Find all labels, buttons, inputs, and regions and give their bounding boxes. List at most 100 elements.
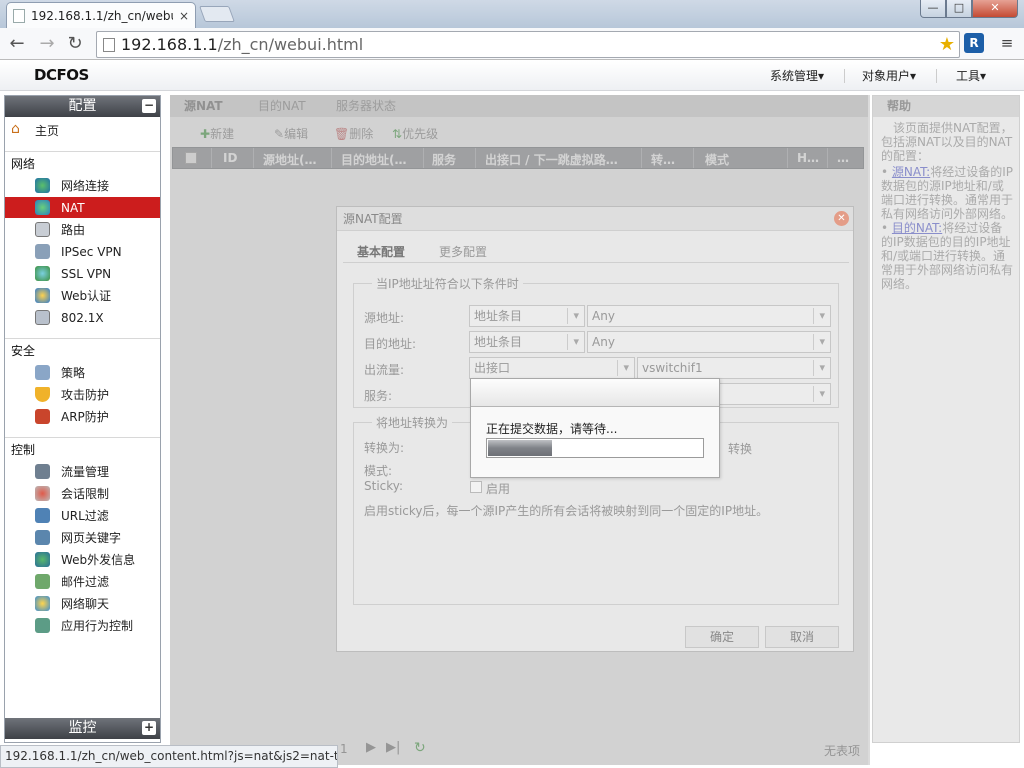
- close-window-button[interactable]: ✕: [972, 0, 1018, 18]
- tab-basic-config[interactable]: 基本配置: [357, 243, 405, 260]
- forward-arrow-icon[interactable]: →: [36, 33, 58, 55]
- sticky-checkbox[interactable]: [470, 481, 482, 493]
- policy-icon: [35, 365, 50, 380]
- egress-interface-select[interactable]: vswitchif1: [637, 357, 831, 379]
- session-limit-icon: [35, 486, 50, 501]
- sidebar-item-label: NAT: [61, 200, 85, 215]
- close-icon[interactable]: ✕: [834, 211, 849, 226]
- cancel-button[interactable]: 取消: [765, 626, 839, 648]
- help-title: 帮助: [873, 96, 1019, 117]
- help-link-source-nat[interactable]: 源NAT:: [892, 165, 930, 179]
- sidebar-item-url-filter[interactable]: URL过滤: [5, 505, 160, 526]
- browser-menu-icon[interactable]: ≡: [998, 34, 1016, 52]
- menu-objects-users[interactable]: 对象用户▾: [862, 67, 916, 84]
- sidebar-item-nat[interactable]: NAT: [5, 197, 160, 218]
- ok-button[interactable]: 确定: [685, 626, 759, 648]
- sidebar-item-label: SSL VPN: [61, 266, 112, 281]
- address-bar[interactable]: 192.168.1.1/zh_cn/webui.html ★: [96, 31, 960, 58]
- progress-dialog: 正在提交数据，请等待...: [470, 378, 720, 478]
- help-item: • 源NAT:将经过设备的IP数据包的源IP地址和/或端口进行转换。通常用于私有…: [881, 165, 1014, 221]
- sidebar-item-ssl-vpn[interactable]: SSL VPN: [5, 263, 160, 284]
- sidebar-item-label: Web认证: [61, 289, 112, 303]
- new-tab-button[interactable]: [199, 6, 235, 22]
- sidebar-monitor-title: 监控: [68, 720, 97, 736]
- arp-icon: [35, 409, 50, 424]
- sidebar-item-label: 路由: [61, 223, 86, 237]
- sidebar-item-label: 网络聊天: [61, 597, 110, 611]
- bookmark-star-icon[interactable]: ★: [939, 34, 959, 55]
- collapse-icon[interactable]: −: [142, 99, 156, 113]
- progress-dialog-header: [471, 379, 719, 407]
- tab-more-config[interactable]: 更多配置: [439, 243, 487, 260]
- sidebar-item-label: 流量管理: [61, 465, 110, 479]
- sidebar-item-policy[interactable]: 策略: [5, 362, 160, 383]
- dst-address-type-select[interactable]: 地址条目: [469, 331, 585, 353]
- help-link-destination-nat[interactable]: 目的NAT:: [892, 221, 942, 235]
- menu-tools[interactable]: 工具▾: [956, 67, 986, 84]
- condition-legend: 当IP地址址符合以下条件时: [372, 275, 523, 292]
- src-address-type-select[interactable]: 地址条目: [469, 305, 585, 327]
- menu-system-management[interactable]: 系统管理▾: [770, 67, 824, 84]
- sidebar-item-home[interactable]: 主页: [5, 120, 160, 141]
- extension-icon[interactable]: R: [964, 33, 984, 53]
- ssl-vpn-icon: [35, 266, 50, 281]
- router-icon: [35, 222, 50, 237]
- status-bar-url: 192.168.1.1/zh_cn/web_content.html?js=na…: [0, 745, 338, 768]
- sidebar-item-traffic[interactable]: 流量管理: [5, 461, 160, 482]
- sidebar-monitor-header[interactable]: 监控 +: [5, 718, 160, 739]
- select-divider: [813, 360, 814, 376]
- help-intro: 该页面提供NAT配置，包括源NAT以及目的NAT的配置：: [881, 121, 1013, 163]
- sidebar-item-session-limit[interactable]: 会话限制: [5, 483, 160, 504]
- select-value: 地址条目: [474, 335, 523, 349]
- tab-title: 192.168.1.1/zh_cn/webu: [31, 8, 173, 23]
- reload-icon[interactable]: ↻: [64, 33, 86, 55]
- select-divider: [617, 360, 618, 376]
- sidebar-config-header[interactable]: 配置 −: [5, 96, 160, 117]
- expand-icon[interactable]: +: [142, 721, 156, 735]
- chat-icon: [35, 596, 50, 611]
- traffic-icon: [35, 464, 50, 479]
- sticky-enable-label: 启用: [486, 482, 511, 496]
- sidebar-item-routing[interactable]: 路由: [5, 219, 160, 240]
- section-control: 控制: [11, 443, 36, 457]
- browser-tab[interactable]: 192.168.1.1/zh_cn/webu ×: [6, 2, 196, 28]
- dst-address-value-select[interactable]: Any: [587, 331, 831, 353]
- sidebar-item-8021x[interactable]: 802.1X: [5, 307, 160, 328]
- sidebar-item-label: 网页关键字: [61, 531, 122, 545]
- sidebar-item-web-outbound[interactable]: Web外发信息: [5, 549, 160, 570]
- src-address-value-select[interactable]: Any: [587, 305, 831, 327]
- select-divider: [813, 308, 814, 324]
- network-port-icon: [35, 310, 50, 325]
- divider: [5, 437, 160, 438]
- browser-toolbar: ← → ↻ 192.168.1.1/zh_cn/webui.html ★ R ≡: [0, 28, 1024, 60]
- select-value: vswitchif1: [642, 361, 703, 375]
- url-filter-icon: [35, 508, 50, 523]
- sidebar-item-arp-defense[interactable]: ARP防护: [5, 406, 160, 427]
- egress-type-select[interactable]: 出接口: [469, 357, 635, 379]
- section-security: 安全: [11, 344, 36, 358]
- select-value: Any: [592, 309, 615, 323]
- service-label: 服务:: [364, 389, 393, 403]
- sidebar-item-label: Web外发信息: [61, 553, 136, 567]
- nat-icon: [35, 200, 50, 215]
- sidebar-item-app-control[interactable]: 应用行为控制: [5, 615, 160, 636]
- minimize-button[interactable]: —: [920, 0, 946, 18]
- progress-message: 正在提交数据，请等待...: [486, 422, 618, 436]
- sidebar-item-im-chat[interactable]: 网络聊天: [5, 593, 160, 614]
- vpn-icon: [35, 244, 50, 259]
- sidebar-item-mail-filter[interactable]: 邮件过滤: [5, 571, 160, 592]
- sidebar-item-ipsec-vpn[interactable]: IPSec VPN: [5, 241, 160, 262]
- sidebar-item-network-connection[interactable]: 网络连接: [5, 175, 160, 196]
- back-arrow-icon[interactable]: ←: [6, 33, 28, 55]
- mail-filter-icon: [35, 574, 50, 589]
- section-network: 网络: [11, 157, 36, 171]
- web-outbound-icon: [35, 552, 50, 567]
- progress-bar: [486, 438, 704, 458]
- sidebar-item-web-auth[interactable]: Web认证: [5, 285, 160, 306]
- translate-legend: 将地址转换为: [372, 414, 453, 431]
- sidebar-item-web-keyword[interactable]: 网页关键字: [5, 527, 160, 548]
- tab-close-icon[interactable]: ×: [179, 9, 189, 23]
- sidebar-item-attack-defense[interactable]: 攻击防护: [5, 384, 160, 405]
- maximize-button[interactable]: □: [946, 0, 972, 18]
- globe-icon: [35, 178, 50, 193]
